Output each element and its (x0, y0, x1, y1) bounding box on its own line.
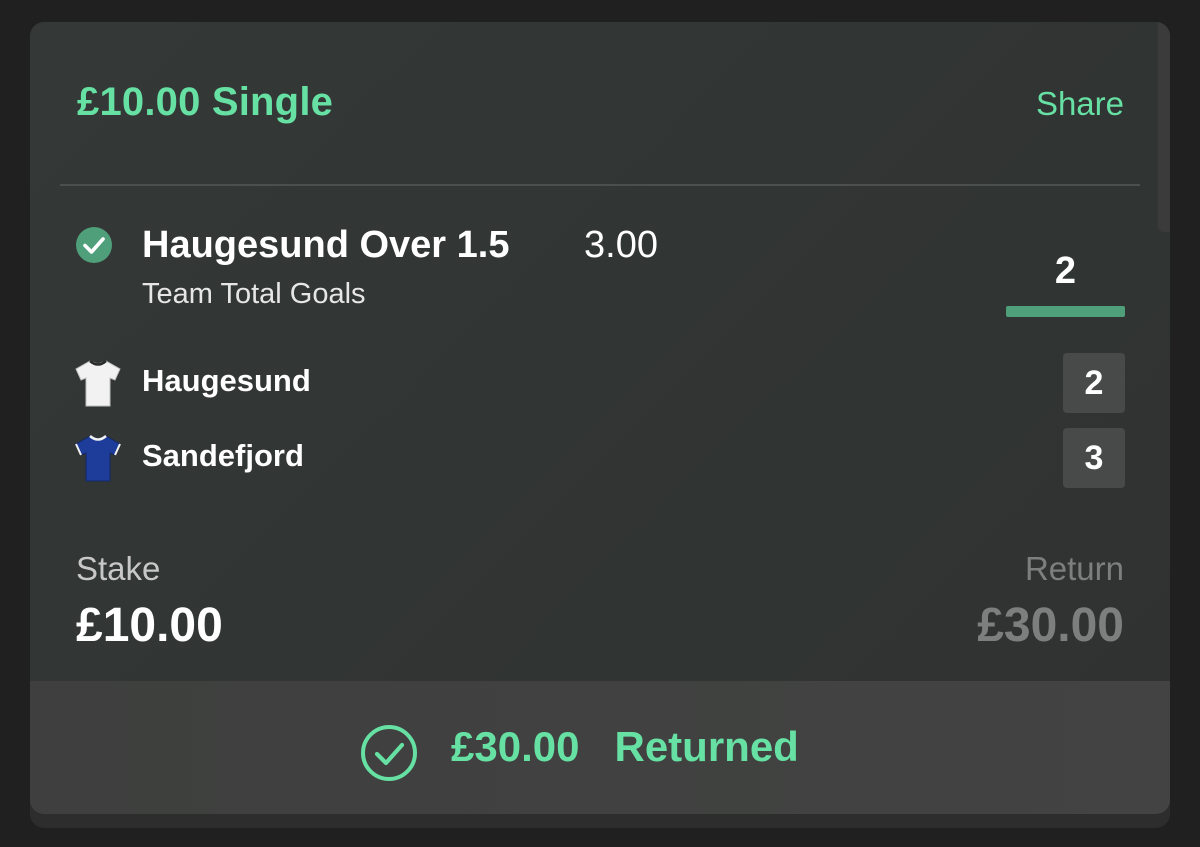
team-name: Haugesund (142, 363, 311, 398)
stake-label: Stake (76, 550, 161, 587)
stake-value: £10.00 (76, 599, 223, 652)
goal-progress-bar (1006, 306, 1125, 317)
returned-status-bar: £30.00 Returned (30, 681, 1170, 814)
team-score: 3 (1063, 428, 1125, 488)
selection-name: Haugesund Over 1.5 (142, 224, 510, 266)
goal-progress-fill (1006, 306, 1125, 317)
returned-status-label: Returned (614, 723, 799, 770)
share-button[interactable]: Share (1036, 85, 1124, 123)
team-row-away: Sandefjord 3 (30, 428, 1170, 488)
check-circle-outline-icon (361, 725, 417, 781)
header-divider (60, 184, 1140, 186)
market-name: Team Total Goals (142, 278, 366, 310)
scroll-edge (1158, 22, 1170, 232)
returned-amount-text: £30.00 Returned (451, 723, 799, 771)
check-circle-icon (76, 227, 112, 263)
settled-bet-card: £10.00 Single Share Haugesund Over 1.5 3… (30, 22, 1170, 814)
team-name: Sandefjord (142, 438, 304, 473)
return-label: Return (1024, 550, 1124, 587)
goal-progress-value: 2 (1054, 250, 1077, 292)
return-value: £30.00 (977, 599, 1124, 652)
selection-odds: 3.00 (584, 224, 658, 266)
bet-title: £10.00 Single (77, 80, 334, 124)
returned-amount: £30.00 (451, 723, 580, 770)
blue-shirt-icon (75, 435, 121, 482)
team-score: 2 (1063, 353, 1125, 413)
white-shirt-icon (75, 360, 121, 407)
team-row-home: Haugesund 2 (30, 353, 1170, 413)
